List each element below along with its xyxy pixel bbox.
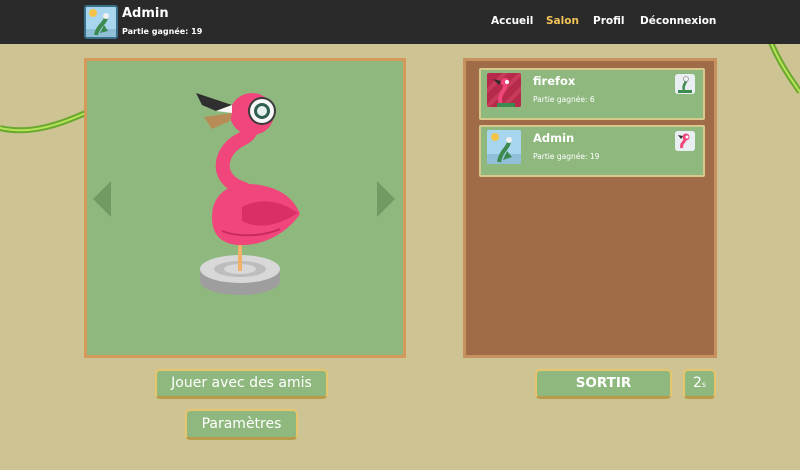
- top-navbar: Admin Partie gagnée: 19 Accueil Salon Pr…: [0, 0, 800, 44]
- countdown-timer: 2s: [683, 369, 716, 399]
- bird-avatar-icon: [86, 7, 116, 37]
- prev-character-arrow[interactable]: [93, 181, 111, 217]
- settings-button[interactable]: Paramètres: [185, 409, 298, 440]
- timer-value: 2: [692, 375, 702, 391]
- bird-mini-icon: [675, 74, 695, 94]
- player-games-won: Partie gagnée: 19: [533, 152, 600, 161]
- flamingo-mini-icon: [675, 131, 695, 151]
- player-card: firefox Partie gagnée: 6: [479, 68, 705, 120]
- vine-right-decoration: [767, 40, 800, 94]
- timer-unit: s: [701, 380, 707, 389]
- player-card: Admin Partie gagnée: 19: [479, 125, 705, 177]
- player-name: Admin: [533, 131, 575, 145]
- players-list-panel: firefox Partie gagnée: 6 Admin Partie ga…: [463, 58, 717, 358]
- player-avatar: [487, 73, 521, 107]
- user-avatar[interactable]: [84, 5, 118, 39]
- flamingo-avatar-icon: [487, 73, 521, 107]
- player-name: firefox: [533, 74, 576, 88]
- nav-lobby[interactable]: Salon: [546, 15, 579, 27]
- play-with-friends-button[interactable]: Jouer avec des amis: [155, 369, 328, 399]
- flamingo-character-icon: [196, 93, 300, 295]
- leave-button[interactable]: SORTIR: [535, 369, 672, 399]
- player-avatar: [487, 130, 521, 164]
- nav-profile[interactable]: Profil: [593, 15, 624, 27]
- next-character-arrow[interactable]: [377, 181, 395, 217]
- user-games-won: Partie gagnée: 19: [122, 27, 203, 36]
- bird-avatar-icon: [487, 130, 521, 164]
- character-preview-panel: [84, 58, 406, 358]
- nav-home[interactable]: Accueil: [491, 15, 533, 27]
- user-name: Admin: [122, 6, 169, 21]
- player-games-won: Partie gagnée: 6: [533, 95, 595, 104]
- nav-logout[interactable]: Déconnexion: [640, 15, 716, 27]
